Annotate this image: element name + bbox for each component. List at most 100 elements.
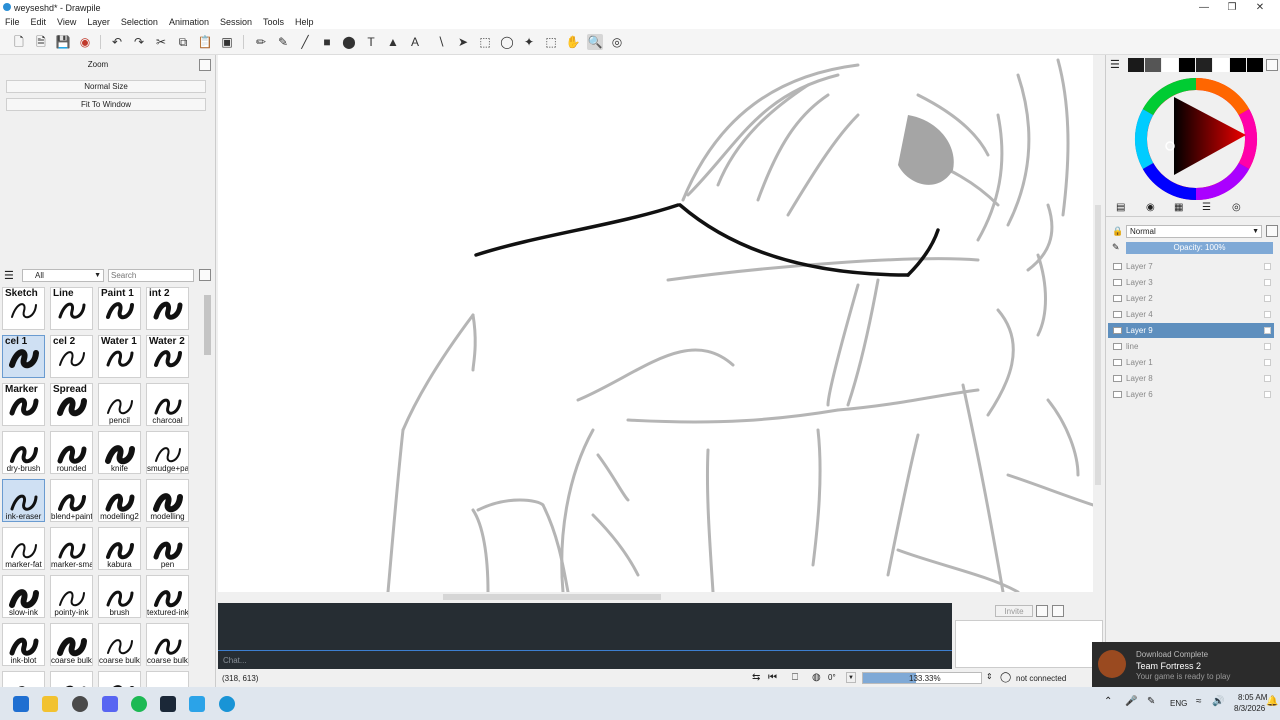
volume-icon[interactable]: 🔊	[1212, 696, 1224, 707]
drawpile-task-icon[interactable]	[219, 696, 235, 712]
file-explorer-icon[interactable]	[42, 696, 58, 712]
brush-preset[interactable]: Spread	[50, 383, 93, 426]
reset-view-icon[interactable]: ⎕	[792, 672, 798, 683]
microphone-icon[interactable]: 🎤	[1125, 696, 1137, 707]
brush-preset[interactable]: slow-ink	[2, 575, 45, 618]
brush-preset[interactable]: Marker	[2, 383, 45, 426]
brush-preset[interactable]: Water 2	[146, 335, 189, 378]
palette-float-button[interactable]	[1266, 59, 1278, 71]
canvas-vertical-scrollbar[interactable]	[1093, 55, 1103, 592]
brush-preset[interactable]: dry-brush	[2, 431, 45, 474]
layer-row[interactable]: Layer 6	[1108, 387, 1274, 402]
tab-color-wheel[interactable]: ▤	[1116, 202, 1125, 213]
start-icon[interactable]	[13, 696, 29, 712]
layer-visibility-checkbox[interactable]	[1264, 375, 1271, 382]
menu-layer[interactable]: Layer	[87, 17, 110, 27]
open-file-icon[interactable]: 🗎	[33, 34, 49, 50]
brush-preset[interactable]: marker-fat	[2, 527, 45, 570]
rectangle-tool-icon[interactable]: ■	[319, 34, 335, 50]
brush-preset[interactable]: Paint 1	[98, 287, 141, 330]
zoom-panel-float-button[interactable]	[199, 59, 211, 71]
canvas-horizontal-scrollbar[interactable]	[218, 592, 1093, 602]
new-file-icon[interactable]: 🗋	[11, 34, 27, 50]
brush-preset[interactable]: pointy-ink	[50, 575, 93, 618]
save-icon[interactable]: 💾	[55, 34, 71, 50]
browser-icon[interactable]	[72, 696, 88, 712]
chat-float-button[interactable]	[1052, 605, 1064, 617]
tab-color-harmony[interactable]: ◎	[1232, 202, 1241, 213]
maximize-button[interactable]: ❐	[1218, 0, 1246, 15]
wifi-icon[interactable]: ≈	[1196, 696, 1202, 707]
layer-visibility-checkbox[interactable]	[1264, 295, 1271, 302]
layer-visibility-checkbox[interactable]	[1264, 391, 1271, 398]
layer-visibility-checkbox[interactable]	[1264, 311, 1271, 318]
copy-icon[interactable]: ⧉	[175, 34, 191, 50]
palette-swatch[interactable]	[1247, 58, 1263, 72]
invite-button[interactable]: Invite	[995, 605, 1033, 617]
brush-filter-select[interactable]: All ▼	[22, 269, 104, 282]
zoom-slider[interactable]: 133.33%	[862, 672, 982, 684]
palette-swatch[interactable]	[1230, 58, 1246, 72]
palette-swatch[interactable]	[1145, 58, 1161, 72]
pan-hand-icon[interactable]: ✋	[565, 34, 581, 50]
blend-mode-select[interactable]: Normal ▼	[1126, 225, 1262, 238]
palette-swatch[interactable]	[1213, 58, 1229, 72]
rotation-dropdown-icon[interactable]: ▼	[846, 672, 856, 683]
layer-visibility-checkbox[interactable]	[1264, 359, 1271, 366]
close-button[interactable]: ✕	[1246, 0, 1274, 15]
tab-color-spinners[interactable]: ☰	[1202, 202, 1211, 213]
layer-row[interactable]: Layer 9	[1108, 323, 1274, 338]
brush-preset[interactable]: pencil	[98, 383, 141, 426]
brush-preset[interactable]: pen	[146, 527, 189, 570]
menu-view[interactable]: View	[57, 17, 76, 27]
menu-tools[interactable]: Tools	[263, 17, 284, 27]
brush-preset[interactable]: kabura	[98, 527, 141, 570]
brush-preset[interactable]: brush	[98, 575, 141, 618]
clock-time[interactable]: 8:05 AM	[1238, 693, 1267, 702]
layer-row[interactable]: line	[1108, 339, 1274, 354]
brush-preset[interactable]: Water 1	[98, 335, 141, 378]
brush-preset[interactable]: charcoal	[146, 383, 189, 426]
brush-preset[interactable]: Line	[50, 287, 93, 330]
redo-icon[interactable]: ↷	[131, 34, 147, 50]
brush-list-scrollbar[interactable]	[203, 287, 212, 687]
menu-help[interactable]: Help	[295, 17, 314, 27]
cut-icon[interactable]: ✂	[153, 34, 169, 50]
menu-selection[interactable]: Selection	[121, 17, 158, 27]
krita-icon[interactable]	[189, 696, 205, 712]
lasso-select-icon[interactable]: ◯	[499, 34, 515, 50]
layer-row[interactable]: Layer 7	[1108, 259, 1274, 274]
line-tool-icon[interactable]: ╱	[297, 34, 313, 50]
flip-icon[interactable]: ⏮	[768, 672, 777, 683]
tab-color-sliders[interactable]: ◉	[1146, 202, 1155, 213]
eraser-icon[interactable]: ✎	[275, 34, 291, 50]
layer-visibility-checkbox[interactable]	[1264, 263, 1271, 270]
menu-edit[interactable]: Edit	[31, 17, 47, 27]
palette-swatch[interactable]	[1162, 58, 1178, 72]
brush-preset[interactable]: modelling	[146, 479, 189, 522]
palette-swatch[interactable]	[1179, 58, 1195, 72]
brush-panel-float-button[interactable]	[199, 269, 211, 281]
notification-bell-icon[interactable]: 🔔	[1266, 696, 1278, 707]
layers-float-button[interactable]	[1266, 225, 1278, 237]
opacity-slider[interactable]: Opacity: 100%	[1126, 242, 1273, 254]
fit-to-window-button[interactable]: Fit To Window	[6, 98, 206, 111]
color-swap-icon[interactable]: ▣	[219, 34, 235, 50]
brush-preset[interactable]: Sketch	[2, 287, 45, 330]
laser-pointer-icon[interactable]: ➤	[455, 34, 471, 50]
fill-tool-icon[interactable]: ▲	[385, 34, 401, 50]
zoom-icon[interactable]: 🔍	[587, 34, 603, 50]
layer-row[interactable]: Layer 3	[1108, 275, 1274, 290]
brush-preset[interactable]: ink-eraser	[2, 479, 45, 522]
transform-icon[interactable]: ⬚	[543, 34, 559, 50]
color-wheel[interactable]	[1134, 77, 1258, 201]
ellipse-tool-icon[interactable]: ⬤	[341, 34, 357, 50]
brush-preset[interactable]	[50, 671, 93, 687]
brush-preset[interactable]: modelling2	[98, 479, 141, 522]
chat-options-button[interactable]	[1036, 605, 1048, 617]
brush-preset[interactable]: knife	[98, 431, 141, 474]
color-picker-icon[interactable]: ∖	[433, 34, 449, 50]
freehand-brush-icon[interactable]: ✏	[253, 34, 269, 50]
spotify-icon[interactable]	[131, 696, 147, 712]
undo-icon[interactable]: ↶	[109, 34, 125, 50]
